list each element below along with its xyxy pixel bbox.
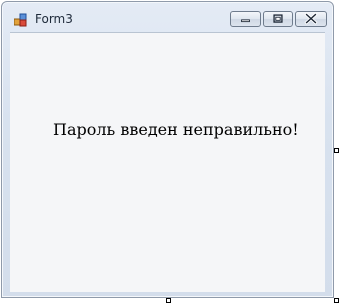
minimize-button[interactable] <box>230 11 261 27</box>
form-designer-surface: Form3 Пароль введен неправильно! <box>0 0 340 303</box>
form-client-area: Пароль введен неправильно! <box>10 32 325 292</box>
maximize-icon <box>273 14 283 23</box>
close-button[interactable] <box>295 11 327 27</box>
minimize-icon <box>241 19 250 23</box>
resize-handle-bottom[interactable] <box>166 298 171 303</box>
form-window: Form3 Пароль введен неправильно! <box>1 1 334 298</box>
resize-handle-corner[interactable] <box>334 298 339 303</box>
maximize-button[interactable] <box>263 11 293 27</box>
error-message-label: Пароль введен неправильно! <box>53 120 299 139</box>
resize-handle-right[interactable] <box>334 148 339 153</box>
window-title: Form3 <box>35 12 73 26</box>
title-bar[interactable]: Form3 <box>2 2 333 36</box>
form-app-icon <box>13 13 28 27</box>
close-icon <box>304 12 318 25</box>
